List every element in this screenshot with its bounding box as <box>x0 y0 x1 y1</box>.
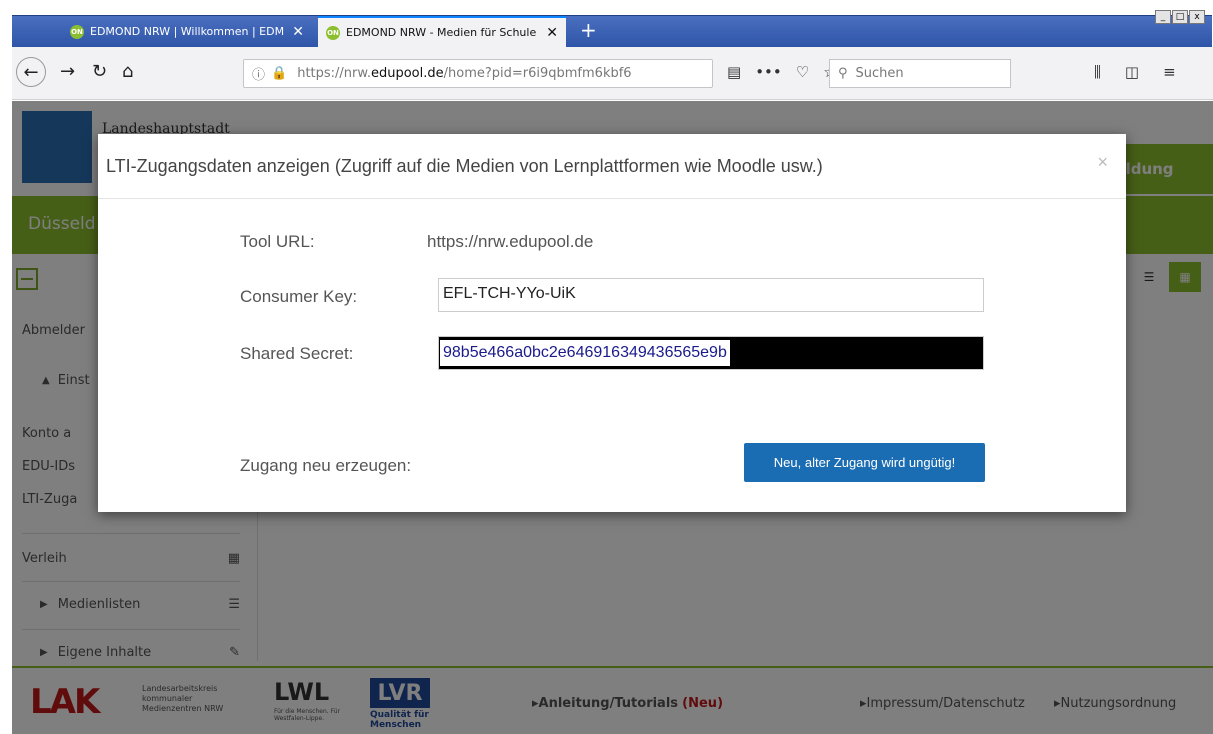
toolbar-right: ⫼ ◫ ≡ <box>1094 63 1176 81</box>
edmond-favicon-icon: ON <box>70 24 84 39</box>
close-window-button[interactable]: x <box>1189 10 1205 24</box>
minimize-button[interactable]: _ <box>1155 10 1171 24</box>
regen-label: Zugang neu erzeugen: <box>240 456 412 475</box>
shared-secret-field[interactable]: 98b5e466a0bc2e646916349436565e9b <box>438 336 984 370</box>
sidebar-icon[interactable]: ◫ <box>1125 63 1139 81</box>
regen-row: Zugang neu erzeugen: <box>240 456 411 476</box>
lti-credentials-modal: LTI-Zugangsdaten anzeigen (Zugriff auf d… <box>98 134 1126 512</box>
close-tab-icon[interactable]: ✕ <box>540 25 558 41</box>
tool-url-value: https://nrw.edupool.de <box>427 232 594 251</box>
browser-navbar: ← → ↻ ⌂ ⓘ 🔒 https://nrw.edupool.de/home?… <box>12 47 1213 100</box>
consumer-key-field[interactable]: EFL-TCH-YYo-UiK <box>438 278 984 312</box>
new-tab-button[interactable]: + <box>580 18 597 42</box>
menu-icon[interactable]: ≡ <box>1163 63 1176 81</box>
url-bar[interactable]: ⓘ 🔒 https://nrw.edupool.de/home?pid=r6i9… <box>243 59 713 88</box>
forward-button[interactable]: → <box>60 61 75 82</box>
search-icon: ⚲ <box>838 66 848 81</box>
modal-header: LTI-Zugangsdaten anzeigen (Zugriff auf d… <box>98 134 1126 199</box>
home-button[interactable]: ⌂ <box>122 61 133 82</box>
pocket-icon[interactable]: ♡ <box>796 63 809 81</box>
tool-url-label: Tool URL: <box>240 232 315 251</box>
search-placeholder: Suchen <box>855 66 904 81</box>
regenerate-access-button[interactable]: Neu, alter Zugang wird ungütig! <box>744 443 985 482</box>
consumer-key-row: Consumer Key: <box>240 287 427 307</box>
lock-warning-icon[interactable]: 🔒 <box>271 66 287 81</box>
reader-view-icon[interactable]: ▤ <box>727 63 741 81</box>
url-text: https://nrw.edupool.de/home?pid=r6i9qbmf… <box>297 66 632 81</box>
url-action-icons: ▤ ••• ♡ ☆ <box>727 63 837 81</box>
shared-secret-row: Shared Secret: <box>240 344 427 364</box>
close-icon[interactable]: × <box>1097 152 1108 173</box>
tab-title: EDMOND NRW - Medien für Schule <box>346 26 537 39</box>
info-icon[interactable]: ⓘ <box>252 64 265 83</box>
library-icon[interactable]: ⫼ <box>1094 63 1101 81</box>
back-button[interactable]: ← <box>16 57 46 87</box>
maximize-button[interactable]: □ <box>1172 10 1188 24</box>
tab-willkommen[interactable]: ON EDMOND NRW | Willkommen | EDM ✕ <box>62 16 312 47</box>
browser-tabstrip: ON EDMOND NRW | Willkommen | EDM ✕ ON ED… <box>0 0 1213 47</box>
edmond-favicon-icon: ON <box>326 25 340 40</box>
reload-button[interactable]: ↻ <box>92 61 107 82</box>
tab-title: EDMOND NRW | Willkommen | EDM <box>90 25 285 38</box>
shared-secret-value: 98b5e466a0bc2e646916349436565e9b <box>440 340 730 366</box>
tool-url-row: Tool URL: https://nrw.edupool.de <box>240 232 593 252</box>
search-input[interactable]: ⚲ Suchen <box>829 59 1011 88</box>
window-controls: _ □ x <box>1154 10 1205 24</box>
modal-title: LTI-Zugangsdaten anzeigen (Zugriff auf d… <box>106 155 823 176</box>
more-actions-icon[interactable]: ••• <box>755 63 782 81</box>
consumer-key-label: Consumer Key: <box>240 287 358 306</box>
tab-medien[interactable]: ON EDMOND NRW - Medien für Schule ✕ <box>318 16 566 47</box>
shared-secret-label: Shared Secret: <box>240 344 354 363</box>
close-tab-icon[interactable]: ✕ <box>286 24 304 40</box>
